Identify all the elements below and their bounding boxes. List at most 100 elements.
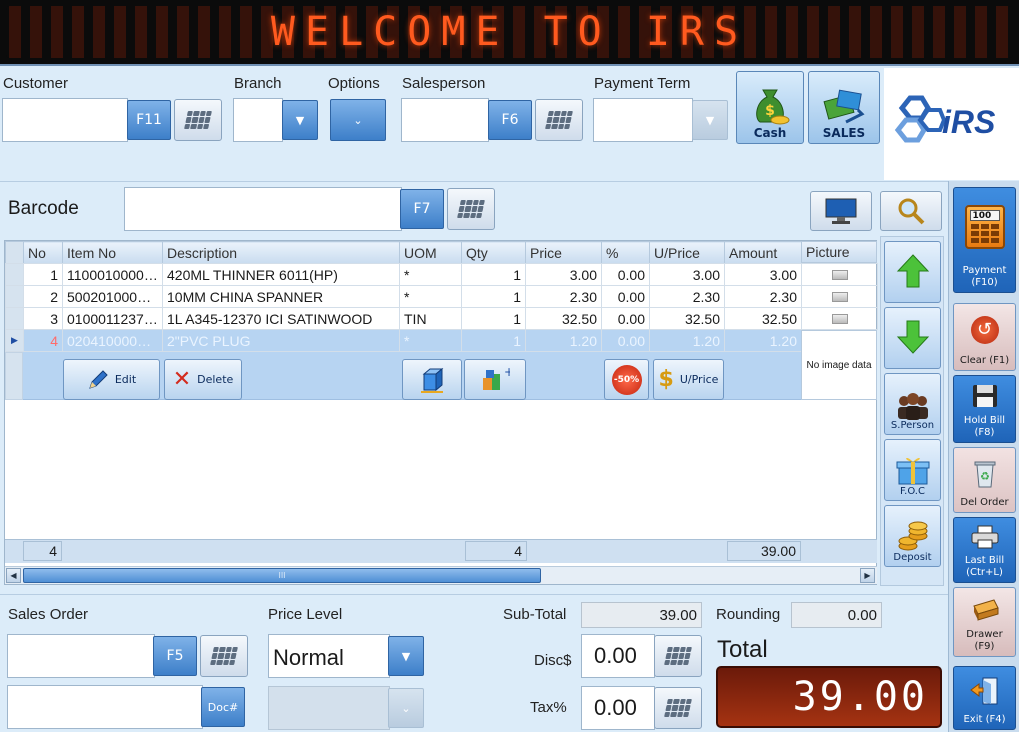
sales-order-keyboard-button[interactable] — [200, 635, 248, 677]
subtotal-label: Sub-Total — [503, 606, 567, 623]
tax-input[interactable]: 0.00 — [581, 686, 655, 730]
col-uprice[interactable]: U/Price — [649, 241, 725, 264]
drawer-button[interactable]: Drawer (F9) — [953, 587, 1016, 657]
cell-uom: * — [399, 285, 462, 308]
cell-uprice: 32.50 — [649, 307, 725, 330]
chevron-down-icon: ⌄ — [401, 701, 411, 715]
row-pointer-icon[interactable]: ▶ — [5, 329, 24, 352]
deposit-button[interactable]: Deposit — [884, 505, 941, 567]
sales-button[interactable]: SALES — [808, 71, 880, 144]
salesperson-keyboard-button[interactable] — [535, 99, 583, 141]
sales-order-input[interactable] — [7, 634, 155, 678]
welcome-marquee: WELCOME TO IRS — [0, 0, 1019, 66]
del-order-button[interactable]: ♻ Del Order — [953, 447, 1016, 513]
exit-button[interactable]: Exit (F4) — [953, 666, 1016, 730]
cell-amount: 2.30 — [724, 285, 802, 308]
price-level-dropdown-button[interactable]: ▼ — [388, 636, 424, 676]
payment-label: Payment (F10) — [962, 265, 1007, 288]
sales-order-lookup-button[interactable]: F5 — [153, 636, 197, 676]
barcode-label: Barcode — [8, 198, 79, 219]
payment-term-dropdown-button[interactable]: ▼ — [692, 100, 728, 140]
cell-price: 3.00 — [525, 263, 602, 286]
qty-add-button[interactable]: + — [464, 359, 526, 400]
scroll-right-icon[interactable]: ▶ — [860, 568, 875, 583]
salesperson-input[interactable] — [401, 98, 489, 142]
monitor-button[interactable] — [810, 191, 872, 231]
disc-keyboard-button[interactable] — [654, 635, 702, 677]
disc-input[interactable]: 0.00 — [581, 634, 655, 678]
table-row-selected[interactable]: ▶ 4 02041000000... 2"PVC PLUG * 1 1.20 0… — [5, 329, 878, 352]
row-header[interactable] — [5, 307, 24, 330]
row-header-corner — [5, 241, 24, 264]
cell-qty: 1 — [461, 329, 526, 352]
last-bill-label: Last Bill (Ctr+L) — [964, 555, 1005, 578]
uom-box-button[interactable] — [402, 359, 462, 400]
move-up-button[interactable] — [884, 241, 941, 303]
price-level-label: Price Level — [268, 606, 343, 623]
clear-button[interactable]: ↺ Clear (F1) — [953, 303, 1016, 371]
col-picture[interactable]: Picture — [801, 241, 877, 263]
table-row[interactable]: 1 11000100000... 420ML THINNER 6011(HP) … — [5, 263, 878, 286]
delete-button[interactable]: ✕ Delete — [164, 359, 242, 400]
foc-button[interactable]: F.O.C — [884, 439, 941, 501]
barcode-lookup-button[interactable]: F7 — [400, 189, 444, 229]
discount-button[interactable]: -50% — [604, 359, 649, 400]
col-item-no[interactable]: Item No — [62, 241, 163, 264]
branch-dropdown-button[interactable]: ▼ — [282, 100, 318, 140]
salesperson-tool-button[interactable]: S.Person — [884, 373, 941, 435]
last-bill-button[interactable]: Last Bill (Ctr+L) — [953, 517, 1016, 583]
cell-no: 2 — [23, 285, 63, 308]
col-price[interactable]: Price — [525, 241, 602, 264]
options-label: Options — [328, 75, 380, 92]
barcode-input[interactable] — [124, 187, 402, 231]
doc-number-button[interactable]: Doc# — [201, 687, 245, 727]
salesperson-lookup-button[interactable]: F6 — [488, 100, 532, 140]
cell-percent: 0.00 — [601, 329, 650, 352]
tax-label: Tax% — [530, 699, 567, 716]
chevron-down-icon: ▼ — [401, 649, 411, 663]
floppy-disk-icon — [972, 384, 997, 407]
branch-select[interactable] — [233, 98, 283, 142]
cell-picture — [801, 285, 878, 308]
cell-description: 420ML THINNER 6011(HP) — [162, 263, 400, 286]
hold-bill-button[interactable]: Hold Bill (F8) — [953, 375, 1016, 443]
uprice-button[interactable]: $ U/Price — [653, 359, 724, 400]
cell-price: 1.20 — [525, 329, 602, 352]
col-percent[interactable]: % — [601, 241, 650, 264]
horizontal-scrollbar[interactable]: ◀ III ▶ — [5, 566, 877, 584]
svg-text:♻: ♻ — [980, 470, 990, 483]
tax-keyboard-button[interactable] — [654, 687, 702, 729]
price-level-secondary-select[interactable] — [268, 686, 390, 730]
search-button[interactable] — [880, 191, 942, 231]
doc-number-input[interactable] — [7, 685, 203, 729]
col-description[interactable]: Description — [162, 241, 400, 264]
barcode-keyboard-button[interactable] — [447, 188, 495, 230]
secondary-dropdown-button[interactable]: ⌄ — [388, 688, 424, 728]
scroll-thumb[interactable]: III — [23, 568, 541, 583]
col-amount[interactable]: Amount — [724, 241, 802, 264]
col-no[interactable]: No — [23, 241, 63, 264]
customer-keyboard-button[interactable] — [174, 99, 222, 141]
move-down-button[interactable] — [884, 307, 941, 369]
table-row[interactable]: 3 01000112370... 1L A345-12370 ICI SATIN… — [5, 307, 878, 330]
scroll-left-icon[interactable]: ◀ — [6, 568, 21, 583]
edit-button[interactable]: Edit — [63, 359, 160, 400]
price-level-select[interactable]: Normal — [268, 634, 390, 678]
deposit-label: Deposit — [893, 552, 932, 563]
irs-logo: iRS — [884, 68, 1019, 180]
cash-button[interactable]: $ Cash — [736, 71, 804, 144]
payment-button[interactable]: 100 Payment (F10) — [953, 187, 1016, 293]
row-header[interactable] — [5, 285, 24, 308]
customer-lookup-button[interactable]: F11 — [127, 100, 171, 140]
col-qty[interactable]: Qty — [461, 241, 526, 264]
table-row[interactable]: 2 50020100000... 10MM CHINA SPANNER * 1 … — [5, 285, 878, 308]
col-uom[interactable]: UOM — [399, 241, 462, 264]
customer-input[interactable] — [2, 98, 128, 142]
row-header[interactable] — [5, 263, 24, 286]
options-dropdown-button[interactable]: ⌄ — [330, 99, 386, 141]
payment-term-select[interactable] — [593, 98, 693, 142]
cell-amount: 32.50 — [724, 307, 802, 330]
cell-item-no: 01000112370... — [62, 307, 163, 330]
logo-text: iRS — [942, 104, 996, 140]
items-grid[interactable]: No Item No Description UOM Qty Price % U… — [4, 240, 878, 585]
